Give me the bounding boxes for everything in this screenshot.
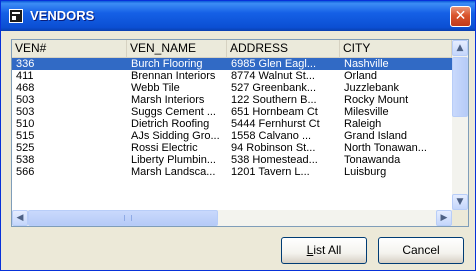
cell-ven-name: Marsh Landsca... bbox=[131, 166, 216, 178]
title-bar[interactable]: VENDORS ✕ bbox=[1, 1, 475, 31]
table-row[interactable]: 566 Marsh Landsca... 1201 Tavern L... Luisb… bbox=[12, 166, 452, 178]
cell-address: 651 Hornbeam Ct bbox=[231, 106, 318, 118]
table-row[interactable]: 503 Marsh Interiors 122 Southern B... Rocky… bbox=[12, 94, 452, 106]
cell-ven-num: 510 bbox=[16, 118, 35, 130]
column-header-address[interactable]: ADDRESS bbox=[227, 40, 340, 57]
close-icon: ✕ bbox=[454, 8, 467, 24]
cell-ven-name: Brennan Interiors bbox=[131, 70, 216, 82]
cell-address: 5444 Fernhurst Ct bbox=[231, 118, 320, 130]
cell-city: Orland bbox=[344, 70, 378, 82]
cell-ven-num: 525 bbox=[16, 142, 35, 154]
cell-address: 122 Southern B... bbox=[231, 94, 317, 106]
horizontal-scrollbar[interactable]: ◀ ▶ bbox=[12, 210, 452, 226]
cell-city: Tonawanda bbox=[344, 154, 401, 166]
cell-address: 527 Greenbank... bbox=[231, 82, 317, 94]
cell-address: 6985 Glen Eagl... bbox=[231, 58, 317, 70]
table-row[interactable]: 411 Brennan Interiors 8774 Walnut St... Orl… bbox=[12, 70, 452, 82]
close-button[interactable]: ✕ bbox=[450, 6, 471, 27]
scroll-up-button[interactable]: ▲ bbox=[452, 40, 468, 56]
cell-address: 94 Robinson St... bbox=[231, 142, 316, 154]
app-icon bbox=[9, 9, 23, 23]
chevron-up-icon: ▲ bbox=[456, 43, 464, 53]
cell-city: Nashville bbox=[344, 58, 389, 70]
cell-ven-name: Suggs Cement ... bbox=[131, 106, 216, 118]
cell-ven-num: 468 bbox=[16, 82, 35, 94]
scroll-down-button[interactable]: ▼ bbox=[452, 194, 468, 210]
cell-city: Juzzlebank bbox=[344, 82, 400, 94]
column-header-ven-num[interactable]: VEN# bbox=[12, 40, 127, 57]
cell-ven-num: 503 bbox=[16, 106, 35, 118]
cell-ven-name: AJs Sidding Gro... bbox=[131, 130, 220, 142]
cell-address: 1201 Tavern L... bbox=[231, 166, 310, 178]
list-all-button[interactable]: List All bbox=[281, 237, 367, 264]
chevron-right-icon: ▶ bbox=[440, 213, 448, 223]
table-row[interactable]: 336 Burch Flooring 6985 Glen Eagl... Nashvi… bbox=[12, 58, 452, 70]
cell-ven-name: Dietrich Roofing bbox=[131, 118, 210, 130]
vertical-scrollbar[interactable]: ▲ ▼ bbox=[452, 40, 468, 210]
cell-ven-name: Webb Tile bbox=[131, 82, 180, 94]
window-title: VENDORS bbox=[30, 8, 95, 23]
list-header: VEN# VEN_NAME ADDRESS CITY bbox=[12, 40, 452, 58]
cancel-button[interactable]: Cancel bbox=[378, 237, 464, 264]
scroll-right-button[interactable]: ▶ bbox=[436, 210, 452, 226]
vendors-dialog: VENDORS ✕ VEN# VEN_NAME ADDRESS CITY 336… bbox=[0, 0, 476, 271]
grip-icon bbox=[124, 215, 132, 221]
horizontal-scroll-thumb[interactable] bbox=[28, 210, 218, 226]
cell-city: North Tonawan... bbox=[344, 142, 427, 154]
scrollbar-corner bbox=[452, 210, 468, 226]
table-row[interactable]: 510 Dietrich Roofing 5444 Fernhurst Ct Rale… bbox=[12, 118, 452, 130]
cell-address: 1558 Calvano ... bbox=[231, 130, 312, 142]
cell-ven-num: 538 bbox=[16, 154, 35, 166]
list-rows: 336 Burch Flooring 6985 Glen Eagl... Nashvi… bbox=[12, 58, 452, 210]
cell-city: Milesville bbox=[344, 106, 389, 118]
chevron-left-icon: ◀ bbox=[16, 213, 24, 223]
cell-ven-num: 411 bbox=[16, 70, 34, 82]
cell-ven-name: Burch Flooring bbox=[131, 58, 203, 70]
table-row[interactable]: 525 Rossi Electric 94 Robinson St... North … bbox=[12, 142, 452, 154]
cell-city: Luisburg bbox=[344, 166, 387, 178]
cell-ven-num: 336 bbox=[16, 58, 35, 70]
list-all-label: ist All bbox=[313, 243, 342, 257]
vendor-list[interactable]: VEN# VEN_NAME ADDRESS CITY 336 Burch Floo… bbox=[11, 39, 469, 227]
cell-ven-name: Marsh Interiors bbox=[131, 94, 205, 106]
column-header-ven-name[interactable]: VEN_NAME bbox=[127, 40, 227, 57]
scroll-left-button[interactable]: ◀ bbox=[12, 210, 28, 226]
table-row[interactable]: 503 Suggs Cement ... 651 Hornbeam Ct Milesv… bbox=[12, 106, 452, 118]
vertical-scroll-thumb[interactable] bbox=[452, 57, 468, 117]
cell-ven-name: Rossi Electric bbox=[131, 142, 198, 154]
cell-city: Rocky Mount bbox=[344, 94, 409, 106]
table-row[interactable]: 468 Webb Tile 527 Greenbank... Juzzlebank bbox=[12, 82, 452, 94]
cell-address: 538 Homestead... bbox=[231, 154, 318, 166]
cell-city: Grand Island bbox=[344, 130, 407, 142]
cell-ven-num: 503 bbox=[16, 94, 35, 106]
table-row[interactable]: 515 AJs Sidding Gro... 1558 Calvano ... Gra… bbox=[12, 130, 452, 142]
cell-ven-num: 515 bbox=[16, 130, 35, 142]
column-header-city[interactable]: CITY bbox=[340, 40, 452, 57]
cell-ven-num: 566 bbox=[16, 166, 35, 178]
chevron-down-icon: ▼ bbox=[456, 197, 464, 207]
cell-address: 8774 Walnut St... bbox=[231, 70, 315, 82]
cell-ven-name: Liberty Plumbin... bbox=[131, 154, 216, 166]
table-row[interactable]: 538 Liberty Plumbin... 538 Homestead... Ton… bbox=[12, 154, 452, 166]
cell-city: Raleigh bbox=[344, 118, 382, 130]
